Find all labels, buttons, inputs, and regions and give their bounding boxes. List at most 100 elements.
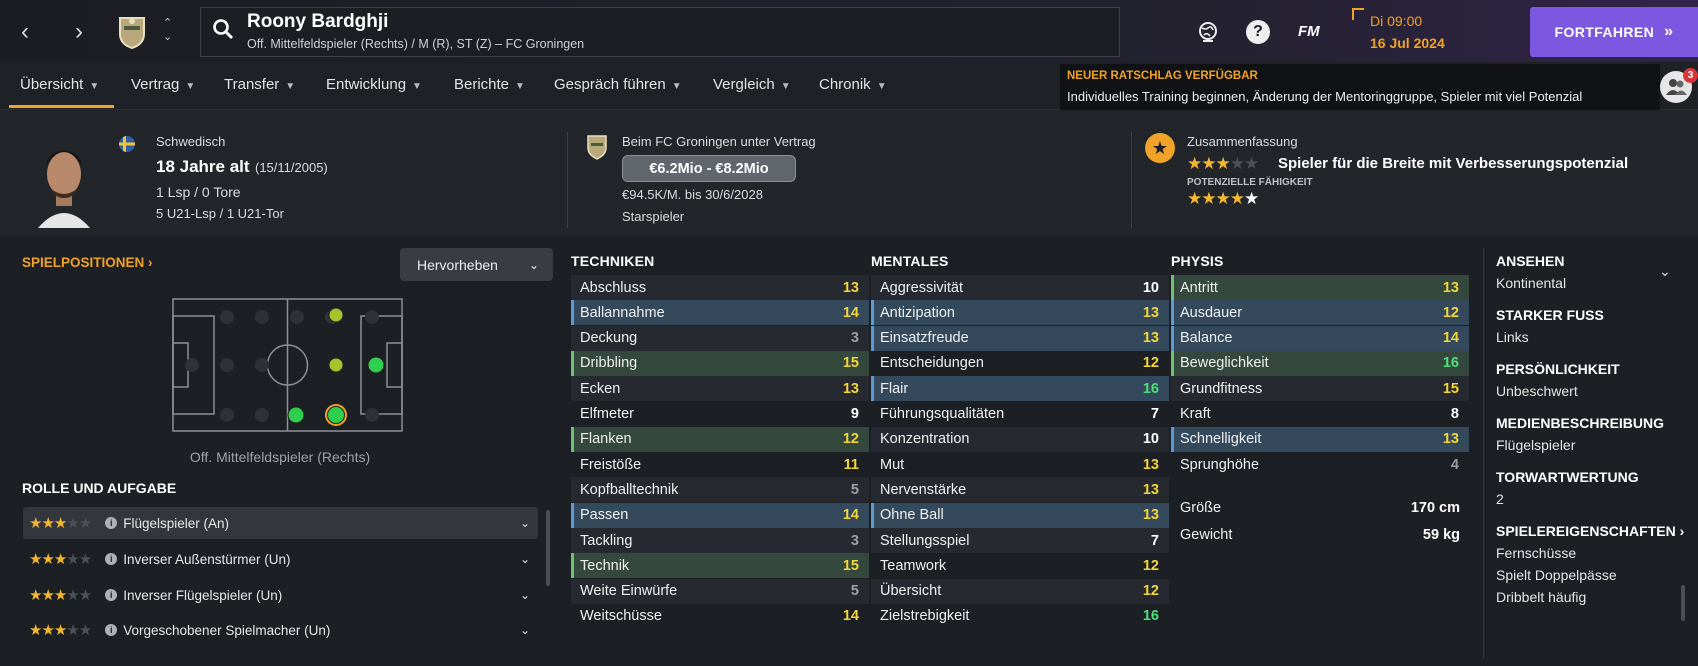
attribute-row[interactable]: Ballannahme 14: [571, 300, 869, 326]
physis-list: Antritt 13 Ausdauer 12 Balance 14 Beweglichkei…: [1171, 275, 1469, 485]
info-sidebar: ANSEHEN Kontinental STARKER FUSS Links P…: [1496, 253, 1686, 605]
attribute-row[interactable]: Übersicht 12: [871, 578, 1169, 604]
height-label: Größe: [1180, 500, 1222, 516]
attribute-row[interactable]: Technik 15: [571, 553, 869, 579]
info-icon[interactable]: i: [105, 624, 118, 636]
attribute-row[interactable]: Mut 13: [871, 452, 1169, 477]
chevron-down-icon[interactable]: ⌄: [520, 588, 530, 602]
continue-button[interactable]: FORTFAHREN »: [1530, 7, 1698, 57]
player-photo: [28, 130, 100, 228]
attribute-row[interactable]: Kraft 8: [1171, 402, 1469, 427]
attribute-name: Antritt: [1180, 279, 1218, 296]
attribute-row[interactable]: Antizipation 13: [871, 300, 1169, 326]
attribute-row[interactable]: Ausdauer 12: [1171, 300, 1469, 326]
attribute-row[interactable]: Kopfballtechnik 5: [571, 477, 869, 503]
attribute-name: Ausdauer: [1180, 304, 1243, 321]
club-switch-icon[interactable]: ⌃ ⌄: [163, 16, 172, 44]
personality-value: Unbeschwert: [1496, 383, 1578, 399]
tab-vertrag[interactable]: Vertrag ▼: [131, 76, 195, 93]
attribute-row[interactable]: Führungsqualitäten 7: [871, 402, 1169, 427]
fm-menu-button[interactable]: FM: [1298, 23, 1320, 40]
tab-label: Gespräch führen: [554, 76, 666, 93]
help-icon[interactable]: ?: [1246, 20, 1270, 44]
chevron-down-icon[interactable]: ⌄: [520, 516, 530, 530]
advice-notification[interactable]: NEUER RATSCHLAG VERFÜGBAR Individuelles …: [1060, 64, 1660, 110]
attribute-row[interactable]: Balance 14: [1171, 325, 1469, 351]
tab-berichte[interactable]: Berichte ▼: [454, 76, 525, 93]
tab-chronik[interactable]: Chronik ▼: [819, 76, 887, 93]
attribute-row[interactable]: Deckung 3: [571, 325, 869, 351]
attribute-row[interactable]: Flanken 12: [571, 426, 869, 452]
attribute-row[interactable]: Konzentration 10: [871, 426, 1169, 452]
attribute-row[interactable]: Flair 16: [871, 376, 1169, 402]
attribute-value: 16: [1142, 608, 1159, 625]
tab-transfer[interactable]: Transfer ▼: [224, 76, 295, 93]
player-traits-title[interactable]: SPIELEREIGENSCHAFTEN ›: [1496, 523, 1686, 539]
pitch-diagram: [172, 298, 403, 432]
chevron-down-icon[interactable]: ⌄: [520, 623, 530, 637]
date-of-birth: (15/11/2005): [255, 160, 328, 175]
attribute-value: 16: [1442, 355, 1459, 372]
traits-scrollbar[interactable]: [1681, 585, 1685, 621]
attribute-row[interactable]: Sprunghöhe 4: [1171, 452, 1469, 477]
attribute-row[interactable]: Entscheidungen 12: [871, 351, 1169, 376]
attribute-row[interactable]: Passen 14: [571, 502, 869, 528]
attribute-row[interactable]: Grundfitness 15: [1171, 376, 1469, 402]
search-icon[interactable]: [212, 18, 234, 43]
attribute-row[interactable]: Aggressivität 10: [871, 275, 1169, 300]
tab-gespraech[interactable]: Gespräch führen ▼: [554, 76, 682, 93]
attribute-row[interactable]: Dribbling 15: [571, 350, 869, 376]
positions-title[interactable]: SPIELPOSITIONEN ›: [22, 255, 153, 270]
attribute-row[interactable]: Nervenstärke 13: [871, 477, 1169, 503]
attribute-row[interactable]: Beweglichkeit 16: [1171, 350, 1469, 376]
role-row[interactable]: ★★★★★ i Inverser Flügelspieler (Un) ⌄: [23, 579, 538, 611]
notification-badge: 3: [1683, 68, 1698, 83]
highlight-dropdown[interactable]: Hervorheben ⌄: [400, 248, 553, 281]
info-icon[interactable]: i: [105, 589, 118, 601]
role-row[interactable]: ★★★★★ i Vorgeschobener Spielmacher (Un) ⌄: [23, 614, 538, 646]
attribute-row[interactable]: Einsatzfreude 13: [871, 325, 1169, 351]
club-crest-icon[interactable]: [112, 12, 152, 52]
forward-icon[interactable]: ›: [64, 12, 94, 52]
chevron-down-icon[interactable]: ⌄: [520, 552, 530, 566]
media-label: MEDIENBESCHREIBUNG: [1496, 415, 1665, 431]
attribute-value: 11: [843, 456, 859, 473]
back-icon[interactable]: ‹: [10, 12, 40, 52]
roles-scrollbar[interactable]: [546, 510, 550, 586]
role-row[interactable]: ★★★★★ i Flügelspieler (An) ⌄: [23, 507, 538, 539]
attribute-row[interactable]: Abschluss 13: [571, 275, 869, 300]
chevron-down-icon[interactable]: ⌄: [1659, 263, 1671, 280]
attribute-row[interactable]: Antritt 13: [1171, 275, 1469, 300]
attribute-row[interactable]: Teamwork 12: [871, 553, 1169, 578]
attribute-name: Entscheidungen: [880, 355, 984, 372]
tab-entwicklung[interactable]: Entwicklung ▼: [326, 76, 422, 93]
transfer-value-badge[interactable]: €6.2Mio - €8.2Mio: [622, 155, 796, 182]
info-icon[interactable]: i: [105, 553, 118, 565]
attribute-row[interactable]: Ecken 13: [571, 376, 869, 402]
attribute-row[interactable]: Schnelligkeit 13: [1171, 426, 1469, 452]
role-label: Inverser Flügelspieler (Un): [123, 587, 283, 603]
attribute-name: Mut: [880, 456, 905, 473]
attribute-row[interactable]: Zielstrebigkeit 16: [871, 604, 1169, 629]
attribute-name: Führungsqualitäten: [880, 406, 1005, 422]
attribute-value: 7: [1150, 406, 1159, 422]
tab-label: Vertrag: [131, 76, 180, 93]
attribute-row[interactable]: Weitschüsse 14: [571, 604, 869, 629]
attribute-row[interactable]: Tackling 3: [571, 528, 869, 553]
role-row[interactable]: ★★★★★ i Inverser Außenstürmer (Un) ⌄: [23, 543, 538, 575]
position-caption: Off. Mittelfeldspieler (Rechts): [189, 449, 371, 465]
tab-uebersicht[interactable]: Übersicht ▼: [20, 76, 99, 93]
tab-vergleich[interactable]: Vergleich ▼: [713, 76, 791, 93]
attribute-row[interactable]: Ohne Ball 13: [871, 502, 1169, 528]
attribute-name: Einsatzfreude: [880, 330, 969, 347]
attribute-row[interactable]: Weite Einwürfe 5: [571, 578, 869, 604]
attribute-name: Ecken: [580, 380, 621, 397]
globe-icon[interactable]: [1196, 20, 1220, 47]
weight-label: Gewicht: [1180, 527, 1233, 543]
attribute-row[interactable]: Freistöße 11: [571, 452, 869, 477]
attribute-row[interactable]: Elfmeter 9: [571, 402, 869, 427]
attribute-value: 15: [842, 557, 859, 574]
info-icon[interactable]: i: [105, 517, 118, 529]
club-crest-icon: [583, 133, 611, 163]
attribute-row[interactable]: Stellungsspiel 7: [871, 528, 1169, 553]
